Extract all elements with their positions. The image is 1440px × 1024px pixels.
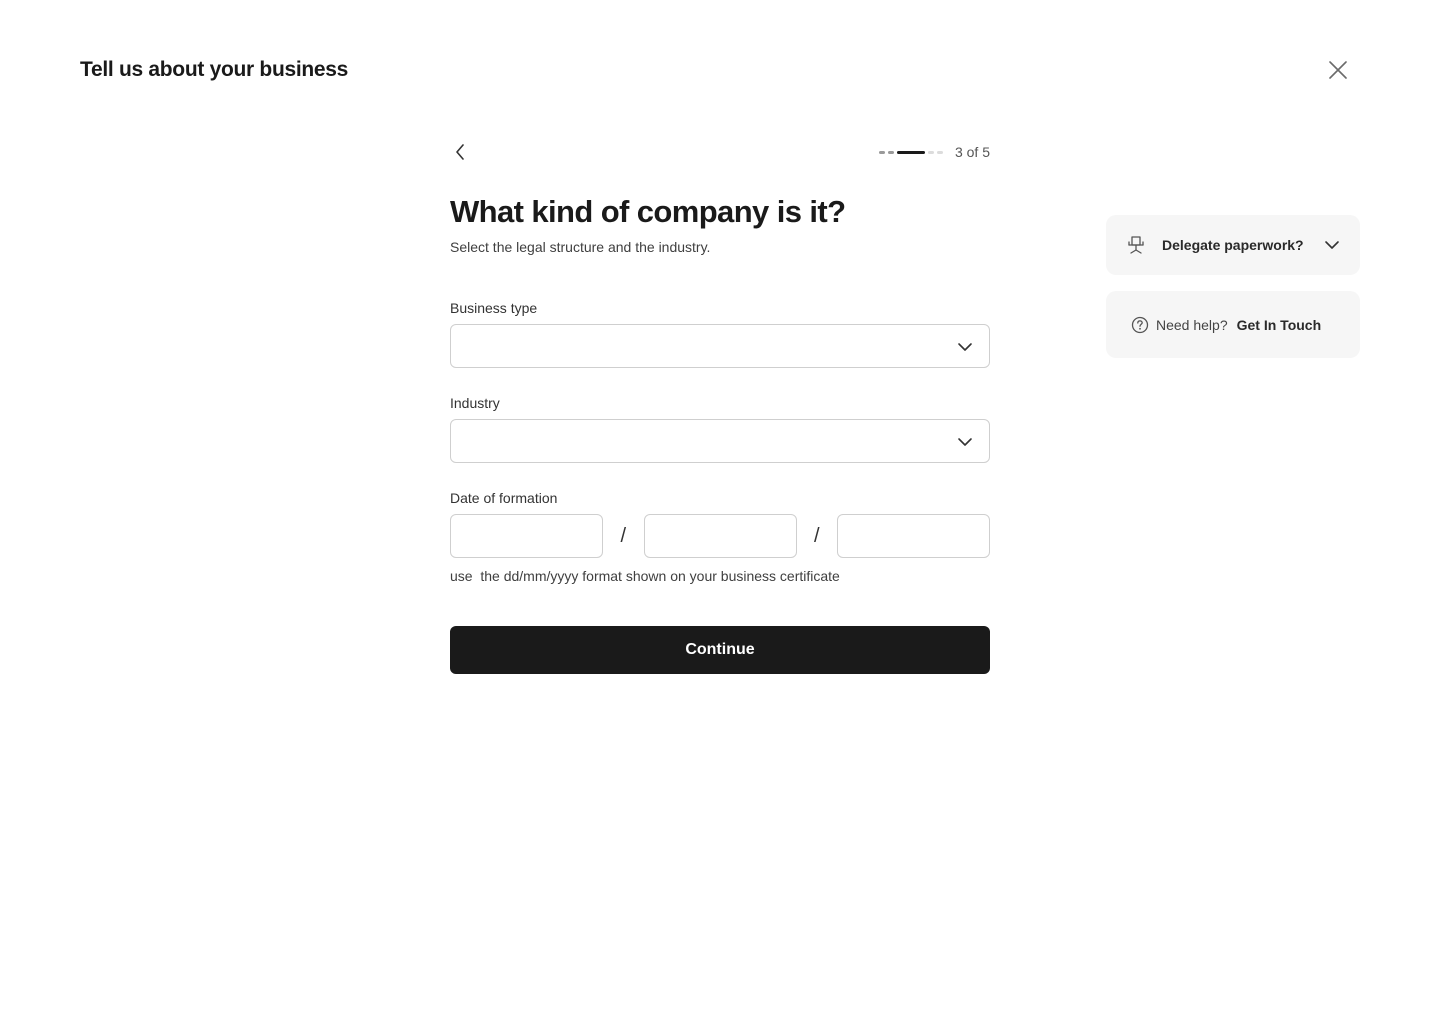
date-format-hint: use the dd/mm/yyyy format shown on your …	[450, 568, 840, 584]
question-circle-icon	[1131, 316, 1149, 333]
business-type-label: Business type	[450, 300, 538, 316]
chevron-down-icon	[1325, 241, 1339, 249]
date-separator: /	[620, 524, 627, 547]
progress-dot-step-3-active	[896, 150, 925, 154]
date-of-formation-label: Date of formation	[450, 490, 558, 506]
progress-dots	[878, 150, 943, 154]
industry-label: Industry	[450, 395, 500, 411]
day-input[interactable]	[450, 514, 603, 558]
month-input[interactable]	[643, 514, 797, 558]
step-navigation: 3 of 5	[450, 140, 990, 164]
close-button[interactable]	[1324, 56, 1352, 84]
date-of-formation-inputs: / /	[450, 514, 990, 558]
continue-button[interactable]: Continue	[450, 626, 990, 674]
delegate-paperwork-card[interactable]: Delegate paperwork?	[1106, 215, 1360, 275]
question-heading: What kind of company is it?	[450, 194, 846, 229]
progress-dot-step-2	[887, 150, 894, 154]
get-in-touch-link[interactable]: Get In Touch	[1237, 317, 1322, 333]
back-button[interactable]	[450, 140, 470, 164]
page-header-title: Tell us about your business	[80, 58, 349, 81]
question-subtitle: Select the legal structure and the indus…	[450, 239, 711, 255]
form-container: 3 of 5 What kind of company is it? Selec…	[450, 140, 990, 674]
industry-select[interactable]	[450, 419, 990, 463]
need-help-text: Need help?	[1156, 316, 1228, 333]
delegate-paperwork-label: Delegate paperwork?	[1162, 237, 1304, 253]
step-counter: 3 of 5	[954, 144, 990, 160]
progress-dot-step-1	[878, 150, 885, 154]
chevron-down-icon	[958, 343, 972, 351]
progress-indicator: 3 of 5	[878, 140, 990, 164]
progress-dot-step-5	[936, 150, 943, 154]
help-card: Need help? Get In Touch	[1106, 291, 1360, 358]
office-chair-icon	[1128, 236, 1144, 254]
chevron-down-icon	[958, 438, 972, 446]
chevron-left-icon	[456, 144, 464, 160]
date-separator: /	[813, 524, 820, 547]
progress-dot-step-4	[927, 150, 934, 154]
year-input[interactable]	[837, 514, 990, 558]
delegate-chevron	[1324, 238, 1340, 252]
close-icon	[1329, 61, 1347, 79]
business-type-select[interactable]	[450, 324, 990, 368]
onboarding-page: Tell us about your business 3 of 5 What …	[0, 0, 1440, 1024]
